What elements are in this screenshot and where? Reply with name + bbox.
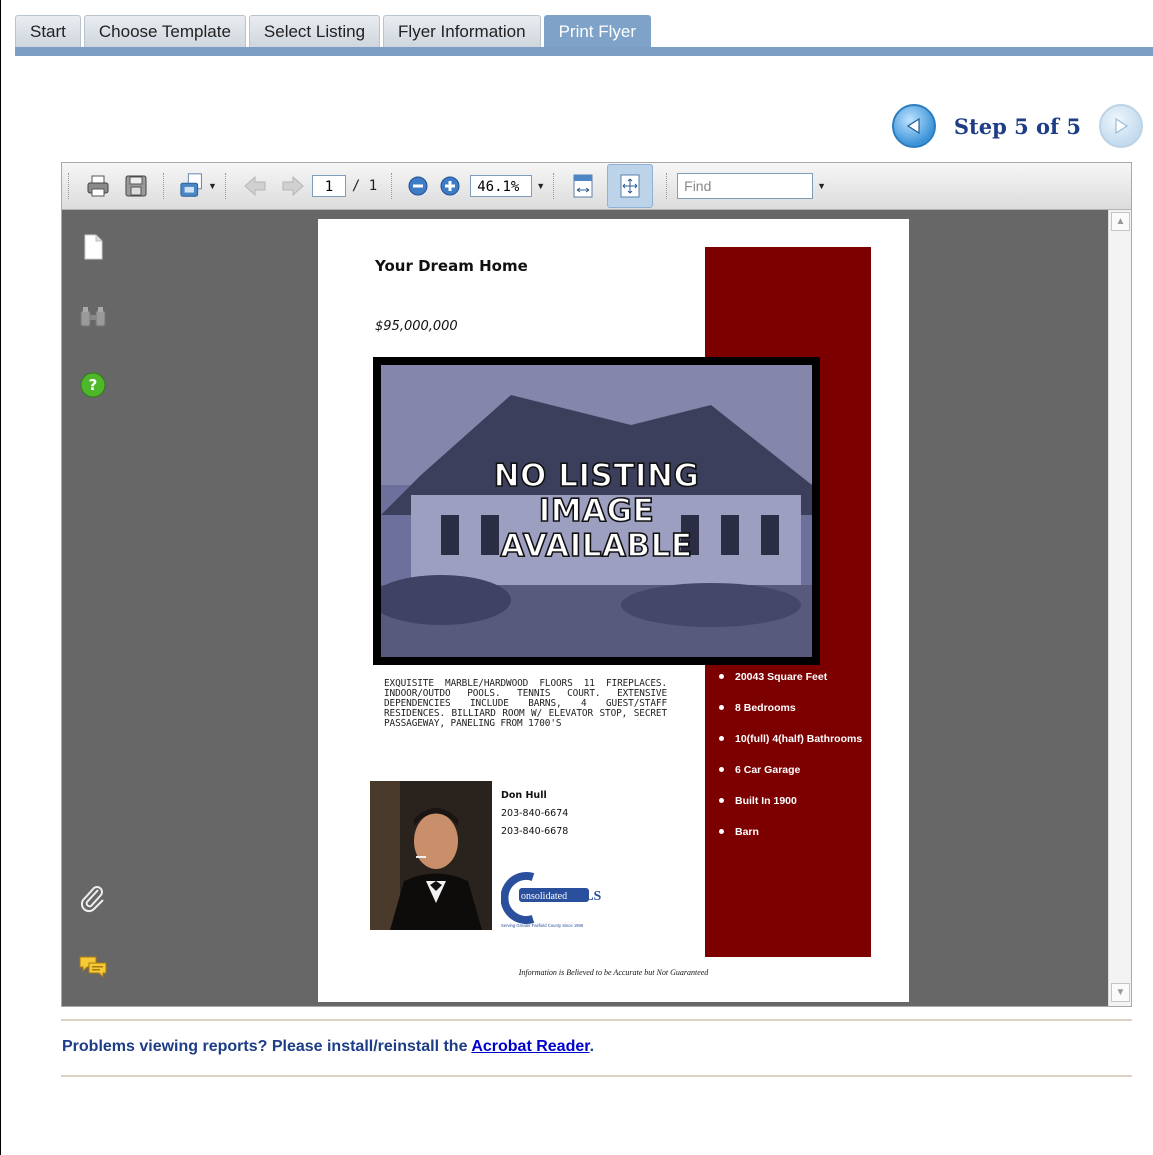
- print-icon[interactable]: [84, 172, 112, 200]
- pdf-viewer: ▼ 1 / 1 46.1% ▼ Find ▼ ? Your Dream Home…: [61, 162, 1132, 1007]
- page-total: / 1: [351, 178, 378, 194]
- save-icon[interactable]: [122, 172, 150, 200]
- page-number-input[interactable]: 1: [311, 175, 346, 197]
- flyer-page: Your Dream Home $95,000,000 NO LISTING I…: [318, 219, 909, 1002]
- attachment-icon[interactable]: [78, 884, 108, 914]
- list-item: 10(full) 4(half) Bathrooms: [711, 733, 871, 764]
- wizard-tabs: Start Choose Template Select Listing Fly…: [15, 15, 652, 47]
- step-indicator: Step 5 of 5: [953, 113, 1081, 139]
- fit-width-icon[interactable]: [569, 172, 597, 200]
- svg-text:MLS: MLS: [571, 889, 602, 904]
- flyer-price: $95,000,000: [375, 319, 458, 334]
- zoom-dropdown-icon[interactable]: ▼: [536, 181, 545, 191]
- tab-select-listing[interactable]: Select Listing: [248, 15, 381, 47]
- list-item: 8 Bedrooms: [711, 702, 871, 733]
- acrobat-reader-link[interactable]: Acrobat Reader: [471, 1038, 589, 1055]
- divider: [61, 1075, 1132, 1077]
- list-item: Built In 1900: [711, 795, 871, 826]
- step-navigation: Step 5 of 5: [891, 104, 1143, 148]
- feature-list: 20043 Square Feet 8 Bedrooms 10(full) 4(…: [711, 671, 871, 857]
- tab-print-flyer[interactable]: Print Flyer: [543, 15, 652, 47]
- previous-step-button[interactable]: [891, 104, 936, 148]
- next-step-button[interactable]: [1099, 104, 1143, 148]
- document-area: Your Dream Home $95,000,000 NO LISTING I…: [120, 210, 1109, 1006]
- next-page-icon[interactable]: [279, 172, 307, 200]
- listing-photo: NO LISTING IMAGE AVAILABLE: [373, 357, 820, 665]
- flyer-disclaimer: Information is Believed to be Accurate b…: [518, 968, 709, 977]
- agent-phone-2: 203-840-6678: [501, 826, 569, 837]
- zoom-out-icon[interactable]: [404, 172, 432, 200]
- comments-icon[interactable]: [78, 952, 108, 982]
- no-image-placeholder: NO LISTING IMAGE AVAILABLE: [381, 365, 812, 657]
- fit-page-icon[interactable]: [607, 164, 654, 208]
- select-tool-icon[interactable]: [179, 172, 207, 200]
- svg-text:Serving Greater Fairfield Coun: Serving Greater Fairfield County Since 1…: [501, 923, 584, 928]
- reader-help-text: Problems viewing reports? Please install…: [62, 1038, 595, 1055]
- list-item: Barn: [711, 826, 871, 857]
- flyer-title: Your Dream Home: [375, 257, 528, 275]
- toolbar-separator: [163, 173, 166, 199]
- toolbar-separator: [224, 173, 228, 199]
- navigation-panel: ?: [62, 210, 120, 1006]
- list-item: 20043 Square Feet: [711, 671, 871, 702]
- tab-flyer-information[interactable]: Flyer Information: [383, 15, 541, 47]
- vertical-scrollbar[interactable]: ▲ ▼: [1108, 210, 1131, 1006]
- find-input[interactable]: Find: [677, 173, 814, 199]
- agent-phone-1: 203-840-6674: [501, 808, 569, 819]
- svg-text:onsolidated: onsolidated: [521, 891, 567, 902]
- listing-description: EXQUISITE MARBLE/HARDWOOD FLOORS 11 FIRE…: [384, 678, 667, 729]
- divider: [61, 1019, 1132, 1021]
- tab-start[interactable]: Start: [15, 15, 81, 47]
- tab-choose-template[interactable]: Choose Template: [83, 15, 246, 47]
- previous-page-icon[interactable]: [241, 172, 269, 200]
- scroll-down-icon[interactable]: ▼: [1111, 983, 1130, 1002]
- chevron-down-icon[interactable]: ▼: [208, 181, 217, 191]
- binoculars-icon[interactable]: [78, 302, 108, 332]
- help-icon[interactable]: ?: [78, 370, 108, 400]
- scroll-up-icon[interactable]: ▲: [1111, 212, 1130, 231]
- svg-text:?: ?: [89, 376, 98, 394]
- pages-icon[interactable]: [78, 232, 108, 262]
- toolbar-separator: [553, 173, 556, 199]
- zoom-in-icon[interactable]: [436, 172, 464, 200]
- arrow-right-icon: [1115, 117, 1129, 135]
- toolbar-separator: [391, 173, 394, 199]
- toolbar-grip: [68, 173, 71, 199]
- tab-bar-underline: [15, 47, 1153, 56]
- pdf-toolbar: ▼ 1 / 1 46.1% ▼ Find ▼: [62, 163, 1131, 210]
- arrow-left-icon: [906, 117, 920, 135]
- toolbar-separator: [666, 173, 669, 199]
- list-item: 6 Car Garage: [711, 764, 871, 795]
- agent-name: Don Hull: [501, 790, 547, 801]
- no-image-text: NO LISTING IMAGE AVAILABLE: [493, 458, 700, 565]
- find-dropdown-icon[interactable]: ▼: [817, 181, 826, 191]
- zoom-level-field[interactable]: 46.1%: [470, 175, 533, 197]
- consolidated-mls-logo: onsolidated MLS Serving Greater Fairfiel…: [500, 869, 611, 929]
- agent-photo: [370, 781, 492, 930]
